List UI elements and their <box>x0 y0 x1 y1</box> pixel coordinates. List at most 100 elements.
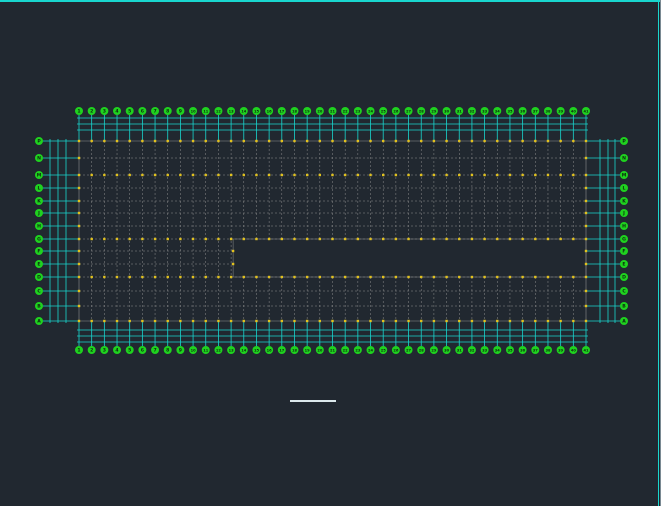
column-mark-P6 <box>141 139 144 143</box>
column-mark-P37 <box>534 139 537 143</box>
column-mark-G40 <box>572 237 575 241</box>
axis-bubble-bottom-22: 22 <box>341 346 350 354</box>
axis-bubble-top-31-label: 31 <box>457 110 463 114</box>
axis-bubble-top-40: 40 <box>569 107 578 115</box>
column-mark-P39 <box>559 139 562 143</box>
column-mark-G1 <box>77 237 81 241</box>
edge-mark-L-right <box>584 186 588 190</box>
axis-bubble-top-37: 37 <box>531 107 540 115</box>
axis-bubble-top-4: 4 <box>113 107 122 115</box>
column-mark-D4 <box>115 275 119 279</box>
column-mark-P2 <box>90 139 93 143</box>
axis-bubble-top-16-label: 16 <box>267 110 273 114</box>
column-mark-M14 <box>242 173 245 177</box>
axis-bubble-top-19-label: 19 <box>305 110 311 114</box>
axis-bubble-right-M: M <box>620 171 628 179</box>
column-mark-M30 <box>445 173 448 177</box>
column-mark-G20 <box>318 237 322 241</box>
column-mark-D11 <box>204 275 207 279</box>
column-mark-M16 <box>267 173 271 177</box>
axis-bubble-bottom-41-label: 41 <box>583 349 589 353</box>
column-mark-M35 <box>508 173 512 177</box>
axis-bubble-top-34-label: 34 <box>495 110 501 114</box>
column-mark-G39 <box>559 237 562 241</box>
axis-bubble-top-11: 11 <box>201 107 210 115</box>
axis-bubble-right-M-label: M <box>622 173 627 179</box>
axis-bubble-top-35: 35 <box>505 107 514 115</box>
axis-bubble-bottom-20: 20 <box>315 346 324 354</box>
column-mark-D9 <box>179 275 182 279</box>
axis-bubble-top-9: 9 <box>176 107 185 115</box>
axis-bubble-bottom-27-label: 27 <box>406 349 412 353</box>
axis-bubble-right-D-label: D <box>622 275 626 281</box>
column-mark-A5 <box>128 319 131 323</box>
axis-bubble-bottom-7: 7 <box>151 346 160 354</box>
column-mark-G35 <box>508 237 512 241</box>
column-mark-D32 <box>470 275 474 279</box>
axis-bubble-top-27: 27 <box>404 107 413 115</box>
column-mark-G6 <box>141 237 144 241</box>
axis-bubble-bottom-24-label: 24 <box>368 349 374 353</box>
edge-mark-E-left <box>77 262 81 266</box>
column-mark-P3 <box>103 139 106 143</box>
axis-bubble-top-19: 19 <box>303 107 312 115</box>
structural-grid-plan[interactable]: 1122334455667788991010111112121313141415… <box>0 0 661 506</box>
axis-bubble-bottom-6-label: 6 <box>141 348 144 354</box>
column-mark-P11 <box>204 139 207 143</box>
axis-bubble-right-A: A <box>620 317 628 325</box>
axis-bubble-left-L: L <box>35 184 43 192</box>
axis-bubble-left-F-label: F <box>37 249 40 255</box>
column-mark-D12 <box>217 275 220 279</box>
axis-bubble-top-22: 22 <box>341 107 350 115</box>
column-mark-G18 <box>293 237 296 241</box>
edge-mark-E-right <box>584 262 588 266</box>
column-mark-D8 <box>166 275 169 279</box>
column-mark-P1 <box>77 139 81 143</box>
axis-bubble-bottom-23: 23 <box>353 346 362 354</box>
column-mark-M29 <box>432 173 436 177</box>
column-mark-A37 <box>534 319 537 323</box>
axis-bubble-bottom-7-label: 7 <box>153 348 156 354</box>
column-mark-A4 <box>115 319 119 323</box>
column-mark-A13 <box>229 319 233 323</box>
edge-mark-K-right <box>584 199 588 203</box>
axis-bubble-left-G-label: G <box>37 237 41 243</box>
axis-bubble-bottom-36-label: 36 <box>520 349 526 353</box>
column-mark-M33 <box>483 173 486 177</box>
column-mark-A14 <box>242 319 245 323</box>
column-mark-P30 <box>445 139 448 143</box>
column-mark-M40 <box>572 173 575 177</box>
axis-bubble-top-38-label: 38 <box>545 110 551 114</box>
axis-bubble-top-24: 24 <box>366 107 375 115</box>
axis-bubble-right-J-label: J <box>622 211 625 217</box>
column-mark-P29 <box>432 139 436 143</box>
column-mark-G8 <box>166 237 169 241</box>
axis-bubble-top-6: 6 <box>138 107 147 115</box>
edge-mark-N-left <box>77 156 81 160</box>
column-mark-D17 <box>280 275 283 279</box>
axis-bubble-bottom-9-label: 9 <box>179 348 182 354</box>
column-mark-A32 <box>470 319 474 323</box>
axis-bubble-bottom-8-label: 8 <box>166 348 169 354</box>
column-mark-D39 <box>559 275 562 279</box>
column-mark-G9 <box>179 237 182 241</box>
column-mark-M37 <box>534 173 537 177</box>
axis-bubble-bottom-17: 17 <box>277 346 286 354</box>
column-mark-P25 <box>382 139 385 143</box>
axis-bubble-left-J: J <box>35 209 43 217</box>
axis-bubble-top-26-label: 26 <box>393 110 399 114</box>
axis-bubble-top-12: 12 <box>214 107 223 115</box>
column-mark-A16 <box>267 319 271 323</box>
column-mark-G26 <box>394 237 398 241</box>
column-mark-G23 <box>356 237 360 241</box>
edge-mark-K-left <box>77 199 81 203</box>
column-mark-D6 <box>141 275 144 279</box>
column-mark-M39 <box>559 173 562 177</box>
edge-mark-C-right <box>584 289 588 293</box>
axis-bubble-bottom-8: 8 <box>163 346 172 354</box>
axis-bubble-top-1: 1 <box>75 107 83 115</box>
axis-bubble-bottom-4-label: 4 <box>115 348 118 354</box>
axis-bubble-bottom-19: 19 <box>303 346 312 354</box>
column-mark-G4 <box>115 237 119 241</box>
column-mark-M7 <box>153 173 157 177</box>
